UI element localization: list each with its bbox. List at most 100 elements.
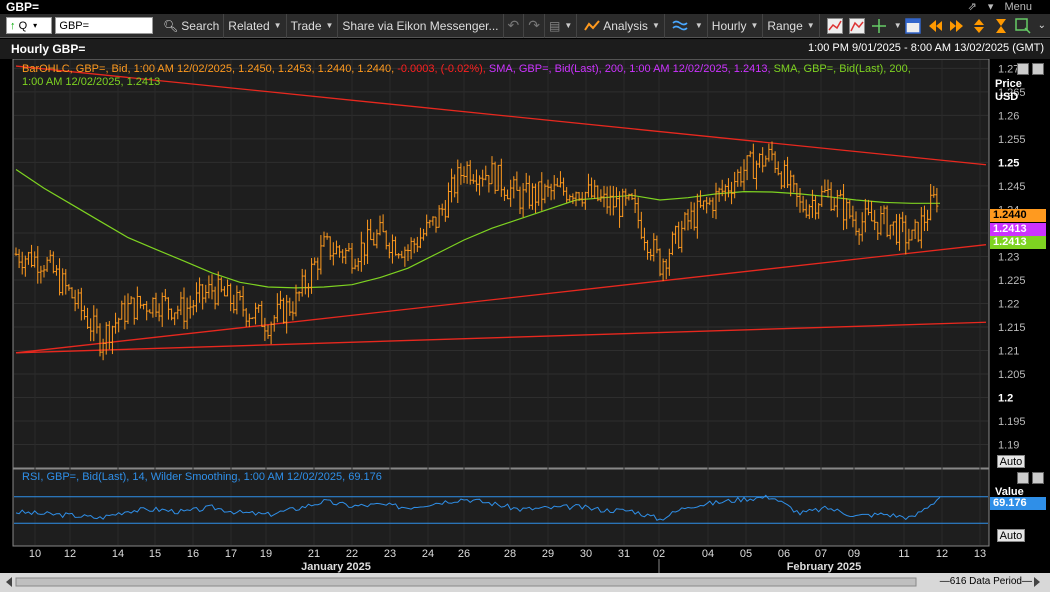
expand-icon[interactable]: ⇗ (968, 1, 977, 13)
data-period[interactable]: —616 Data Period— (940, 576, 1032, 587)
analysis-button[interactable]: Analysis ▼ (577, 13, 665, 38)
more-icon[interactable]: ⌄ (1038, 20, 1046, 31)
sma-magenta-label: 1.2413 (990, 223, 1046, 236)
price-tick-label: 1.22 (998, 298, 1019, 310)
x-tick-label: 31 (618, 548, 630, 560)
window-title: GBP= (6, 0, 40, 14)
search-label: Search (181, 18, 220, 33)
crosshair-icon[interactable] (871, 18, 887, 34)
window-icon[interactable] (904, 17, 921, 34)
redo-button[interactable]: ↷ (524, 13, 545, 38)
ric-value: GBP= (59, 19, 90, 32)
x-tick-label: 13 (974, 548, 986, 560)
zoom-vertical-icon[interactable] (971, 18, 987, 34)
rsi-legend: RSI, GBP=, Bid(Last), 14, Wilder Smoothi… (22, 471, 382, 483)
chevron-down-icon: ▼ (273, 21, 282, 30)
bar-change: -0.0003, (-0.02%), (397, 63, 486, 75)
interval-label: Hourly (711, 18, 747, 33)
close-rsi-panel-icon[interactable] (1032, 472, 1044, 484)
arrow-up-icon: ↑ (10, 19, 16, 32)
bar-legend: BarOHLC, GBP=, Bid, 1:00 AM 12/02/2025, … (22, 63, 395, 75)
x-tick-label: 26 (458, 548, 470, 560)
x-tick-label: 10 (29, 548, 41, 560)
ric-input[interactable]: GBP= (55, 17, 154, 34)
price-tick-label: 1.195 (998, 416, 1026, 428)
range-button[interactable]: Range ▼ (763, 13, 820, 38)
trade-button[interactable]: Trade ▼ (287, 13, 339, 38)
quote-selector[interactable]: ↑ Q ▾ (6, 17, 53, 34)
x-tick-label: 21 (308, 548, 320, 560)
chevron-down-icon: ▼ (651, 21, 660, 30)
price-axis-title-1: Price (995, 78, 1022, 90)
chevron-down-icon: ▼ (325, 21, 334, 30)
x-tick-label: 24 (422, 548, 434, 560)
chevron-down-icon: ▼ (564, 21, 573, 30)
price-panel (12, 59, 990, 469)
price-legend: BarOHLC, GBP=, Bid, 1:00 AM 12/02/2025, … (22, 63, 911, 76)
close-price-panel-icon[interactable] (1032, 63, 1044, 75)
x-tick-label: 16 (187, 548, 199, 560)
trade-label: Trade (290, 18, 322, 33)
price-axis-title: Price USD (995, 78, 1022, 104)
menu-label: Menu (1004, 1, 1032, 13)
maximize-rsi-panel-icon[interactable] (1017, 472, 1029, 484)
analysis-icon (584, 19, 601, 31)
sma-magenta-legend: SMA, GBP=, Bid(Last), 200, 1:00 AM 12/02… (488, 63, 771, 75)
undo-button[interactable]: ↶ (504, 13, 525, 38)
x-tick-label: 11 (898, 548, 909, 560)
menu-button[interactable]: ▾ Menu (988, 1, 1032, 13)
line-chart-icon[interactable] (826, 17, 843, 34)
search-icon: 🔍︎ (163, 18, 179, 33)
folder-icon: ▤ (548, 18, 561, 33)
x-tick-label: 29 (542, 548, 554, 560)
select-icon[interactable] (1014, 17, 1031, 34)
x-tick-label: 17 (225, 548, 237, 560)
x-tick-label: 12 (64, 548, 76, 560)
wave-icon (672, 20, 688, 30)
scrollbar[interactable] (0, 573, 1050, 592)
share-label: Share via Eikon Messenger... (342, 18, 499, 33)
price-tick-label: 1.225 (998, 275, 1026, 287)
redo-icon: ↷ (528, 17, 540, 33)
x-tick-label: 14 (112, 548, 124, 560)
price-tick-label: 1.21 (998, 345, 1019, 357)
related-label: Related (228, 18, 270, 33)
maximize-price-panel-icon[interactable] (1017, 63, 1029, 75)
quote-label: Q (18, 19, 28, 32)
chevron-down-icon: ▼ (893, 21, 902, 30)
price-tick-label: 1.205 (998, 369, 1026, 381)
bar-chart-icon[interactable] (848, 17, 865, 34)
pan-right-icon[interactable] (949, 18, 965, 34)
chart-canvas[interactable]: 1.19 1.195 1.2 1.205 1.21 1.215 1.22 1.225 1.23 1… (0, 59, 1050, 573)
chart-header: Hourly GBP= 1:00 PM 9/01/2025 - 8:00 AM … (0, 39, 1050, 59)
x-tick-label: 09 (848, 548, 860, 560)
fit-icon[interactable] (993, 18, 1009, 34)
search-button[interactable]: 🔍︎ Search (159, 13, 225, 38)
range-label: Range (767, 18, 803, 33)
chart-date-range: 1:00 PM 9/01/2025 - 8:00 AM 13/02/2025 (… (807, 42, 1044, 54)
sma-green-legend-line2: 1:00 AM 12/02/2025, 1.2413 (22, 76, 161, 88)
price-tick-label: 1.23 (998, 251, 1019, 263)
rsi-last-label: 69.176 (990, 497, 1046, 510)
folder-button[interactable]: ▤ ▼ (545, 13, 578, 38)
analysis-label: Analysis (603, 18, 648, 33)
chart-name: Hourly GBP= (11, 42, 86, 56)
price-tick-label: 1.215 (998, 322, 1026, 334)
x-tick-label: 15 (149, 548, 161, 560)
related-button[interactable]: Related ▼ (224, 13, 287, 38)
undo-icon: ↶ (507, 17, 520, 33)
wave-button[interactable]: ▼ (665, 13, 708, 38)
rsi-auto-button[interactable]: Auto (997, 529, 1025, 542)
price-auto-button[interactable]: Auto (997, 455, 1025, 468)
interval-button[interactable]: Hourly ▼ (708, 13, 764, 38)
x-tick-label: 12 (936, 548, 948, 560)
data-period-label: 616 Data Period (949, 576, 1022, 587)
share-button[interactable]: Share via Eikon Messenger... (338, 13, 504, 38)
x-tick-label: 23 (384, 548, 396, 560)
price-tick-label: 1.19 (998, 439, 1019, 451)
x-tick-label: 05 (740, 548, 752, 560)
x-tick-label: 22 (346, 548, 358, 560)
chevron-down-icon: ▾ (33, 21, 38, 30)
pan-left-icon[interactable] (927, 18, 943, 34)
x-tick-label: 30 (580, 548, 592, 560)
